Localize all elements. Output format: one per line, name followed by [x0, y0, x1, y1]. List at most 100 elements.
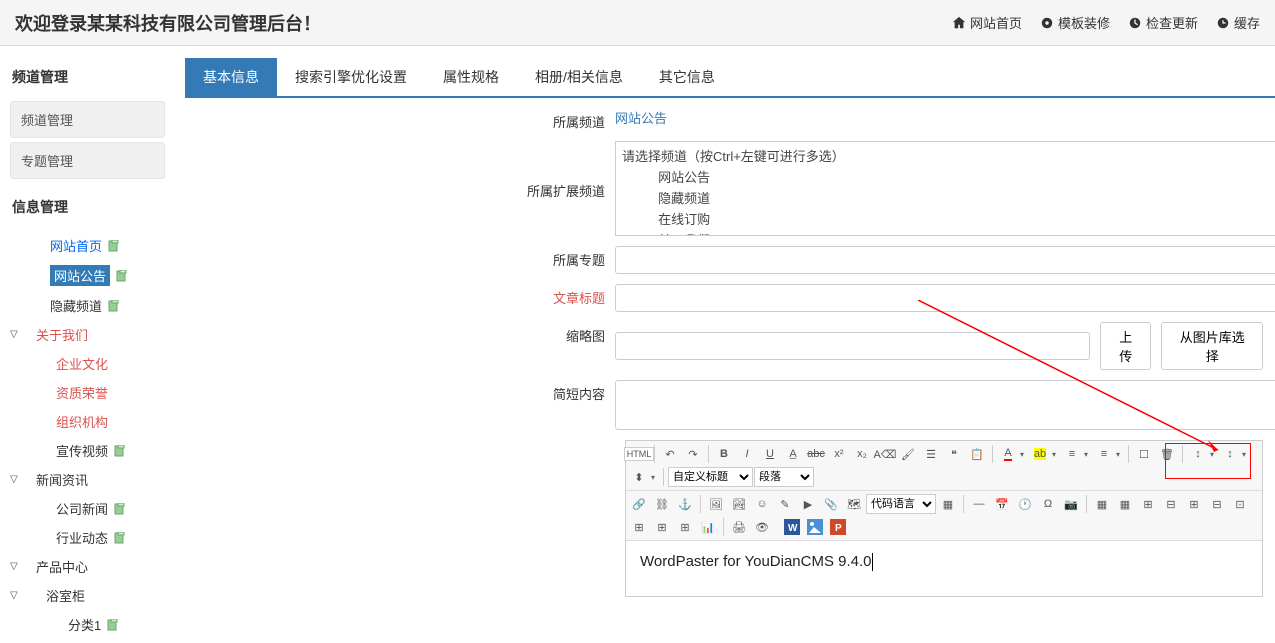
removeformat-icon[interactable]: A⌫ — [874, 443, 896, 465]
sidebar-item-topic-mgmt[interactable]: 专题管理 — [10, 142, 165, 179]
listbox-option[interactable]: 隐藏频道 — [622, 187, 1275, 208]
channel-link[interactable]: 网站公告 — [615, 108, 667, 127]
link-cache[interactable]: 缓存 — [1216, 13, 1260, 32]
subscript-icon[interactable]: x₂ — [851, 443, 873, 465]
lineheight-icon[interactable]: ⬍ — [628, 466, 650, 488]
delrow-icon[interactable]: ⊟ — [1160, 493, 1182, 515]
unlink-icon[interactable]: ⛓ — [651, 493, 673, 515]
charts-icon[interactable]: 📊 — [697, 516, 719, 538]
tree-item-label: 隐藏频道 — [50, 296, 102, 315]
insertlist-icon[interactable]: ≡ — [1061, 443, 1083, 465]
listbox-option[interactable]: 在线订购 — [622, 208, 1275, 229]
map-icon[interactable]: 🗺 — [843, 493, 865, 515]
link-check-update[interactable]: 检查更新 — [1128, 13, 1198, 32]
video-icon[interactable]: ▶ — [797, 493, 819, 515]
ext-channel-listbox[interactable]: 请选择频道（按Ctrl+左键可进行多选） 网站公告 隐藏频道 在线订购 关于我们… — [615, 141, 1275, 236]
spechars-icon[interactable]: Ω — [1037, 493, 1059, 515]
print-icon[interactable]: 🖨 — [728, 516, 750, 538]
table-icon[interactable]: ▦ — [1091, 493, 1113, 515]
tab-2[interactable]: 属性规格 — [425, 58, 517, 96]
underline-icon[interactable]: U — [759, 443, 781, 465]
image2-icon[interactable]: 🏞 — [728, 493, 750, 515]
tree-item[interactable]: 隐藏频道 — [10, 291, 175, 320]
listbox-option[interactable]: 请选择频道（按Ctrl+左键可进行多选） — [622, 145, 1275, 166]
splitrows-icon[interactable]: ⊞ — [651, 516, 673, 538]
strike-icon[interactable]: abc — [805, 443, 827, 465]
undo-icon[interactable]: ↶ — [659, 443, 681, 465]
date-icon[interactable]: 📅 — [991, 493, 1013, 515]
redo-icon[interactable]: ↷ — [682, 443, 704, 465]
image-icon[interactable]: 🖼 — [705, 493, 727, 515]
code-lang-select[interactable]: 代码语言 — [866, 494, 936, 514]
rowspacing-icon[interactable]: ↕ — [1187, 443, 1209, 465]
bold-icon[interactable]: B — [713, 443, 735, 465]
delcol-icon[interactable]: ⊟ — [1206, 493, 1228, 515]
tree-item[interactable]: 企业文化 — [10, 349, 175, 378]
brief-textarea[interactable] — [615, 380, 1275, 430]
italic-icon[interactable]: I — [736, 443, 758, 465]
insertcol-icon[interactable]: ⊞ — [1183, 493, 1205, 515]
link-template[interactable]: 模板装修 — [1040, 13, 1110, 32]
hr-icon[interactable]: — — [968, 493, 990, 515]
insertlist2-icon[interactable]: ≡ — [1093, 443, 1115, 465]
separator — [1182, 445, 1183, 463]
tree-item[interactable]: 资质荣誉 — [10, 378, 175, 407]
time-icon[interactable]: 🕐 — [1014, 493, 1036, 515]
thumbnail-input[interactable] — [615, 332, 1090, 360]
formatmatch-icon[interactable]: 🖌 — [897, 443, 919, 465]
emotion-icon[interactable]: ☺ — [751, 493, 773, 515]
image-paste-icon[interactable] — [804, 516, 826, 538]
deltable-icon[interactable]: ▦ — [1114, 493, 1136, 515]
snapscreen-icon[interactable]: 📷 — [1060, 493, 1082, 515]
topic-input[interactable] — [615, 246, 1275, 274]
cleardoc-icon[interactable]: 🗑 — [1156, 443, 1178, 465]
link-site-home[interactable]: 网站首页 — [952, 13, 1022, 32]
title-input[interactable] — [615, 284, 1275, 312]
tree-item[interactable]: ▽新闻资讯 — [10, 465, 175, 494]
tree-item[interactable]: ▽关于我们 — [10, 320, 175, 349]
insertrow-icon[interactable]: ⊞ — [1137, 493, 1159, 515]
tree-item[interactable]: ▽产品中心 — [10, 552, 175, 581]
html-source-button[interactable]: HTML — [628, 443, 650, 465]
listbox-option[interactable]: 网站公告 — [622, 166, 1275, 187]
tree-item[interactable]: 宣传视频 — [10, 436, 175, 465]
fontborder-icon[interactable]: A̲ — [782, 443, 804, 465]
editor-content[interactable]: WordPaster for YouDianCMS 9.4.0 — [626, 541, 1262, 596]
pasteplain-icon[interactable]: 📋 — [966, 443, 988, 465]
background-icon[interactable]: ▦ — [937, 493, 959, 515]
sidebar-item-channel-mgmt[interactable]: 频道管理 — [10, 101, 165, 138]
backcolor-icon[interactable]: ab — [1029, 443, 1051, 465]
tree-item[interactable]: 网站首页 — [10, 231, 175, 260]
splitcell-icon[interactable]: ⊞ — [628, 516, 650, 538]
attachment-icon[interactable]: 📎 — [820, 493, 842, 515]
superscript-icon[interactable]: x² — [828, 443, 850, 465]
link-icon[interactable]: 🔗 — [628, 493, 650, 515]
tab-4[interactable]: 其它信息 — [641, 58, 733, 96]
tree-item[interactable]: 组织机构 — [10, 407, 175, 436]
tab-0[interactable]: 基本信息 — [185, 58, 277, 96]
blockquote-icon[interactable]: ❝ — [943, 443, 965, 465]
gallery-button[interactable]: 从图片库选择 — [1161, 322, 1263, 370]
rowspacing2-icon[interactable]: ↕ — [1219, 443, 1241, 465]
preview-icon[interactable]: 👁 — [751, 516, 773, 538]
tree-item[interactable]: ▽浴室柜 — [10, 581, 175, 610]
upload-button[interactable]: 上传 — [1100, 322, 1151, 370]
anchor-icon[interactable]: ⚓ — [674, 493, 696, 515]
tree-item[interactable]: 网站公告 — [10, 260, 175, 291]
mergecell-icon[interactable]: ⊡ — [1229, 493, 1251, 515]
ppt-paste-icon[interactable]: P — [827, 516, 849, 538]
forecolor-icon[interactable]: A — [997, 443, 1019, 465]
paragraph-select[interactable]: 段落 — [754, 467, 814, 487]
scrawl-icon[interactable]: ✎ — [774, 493, 796, 515]
custom-heading-select[interactable]: 自定义标题 — [668, 467, 753, 487]
tab-3[interactable]: 相册/相关信息 — [517, 58, 641, 96]
tree-item[interactable]: 分类1 — [10, 610, 175, 639]
tab-1[interactable]: 搜索引擎优化设置 — [277, 58, 425, 96]
splitcols-icon[interactable]: ⊞ — [674, 516, 696, 538]
autotypeset-icon[interactable]: ☰ — [920, 443, 942, 465]
selectall-icon[interactable]: ☐ — [1133, 443, 1155, 465]
listbox-option[interactable]: 关于我们 — [622, 229, 1275, 236]
separator — [1128, 445, 1129, 463]
tree-item[interactable]: 公司新闻 — [10, 494, 175, 523]
word-paste-icon[interactable]: W — [781, 516, 803, 538]
